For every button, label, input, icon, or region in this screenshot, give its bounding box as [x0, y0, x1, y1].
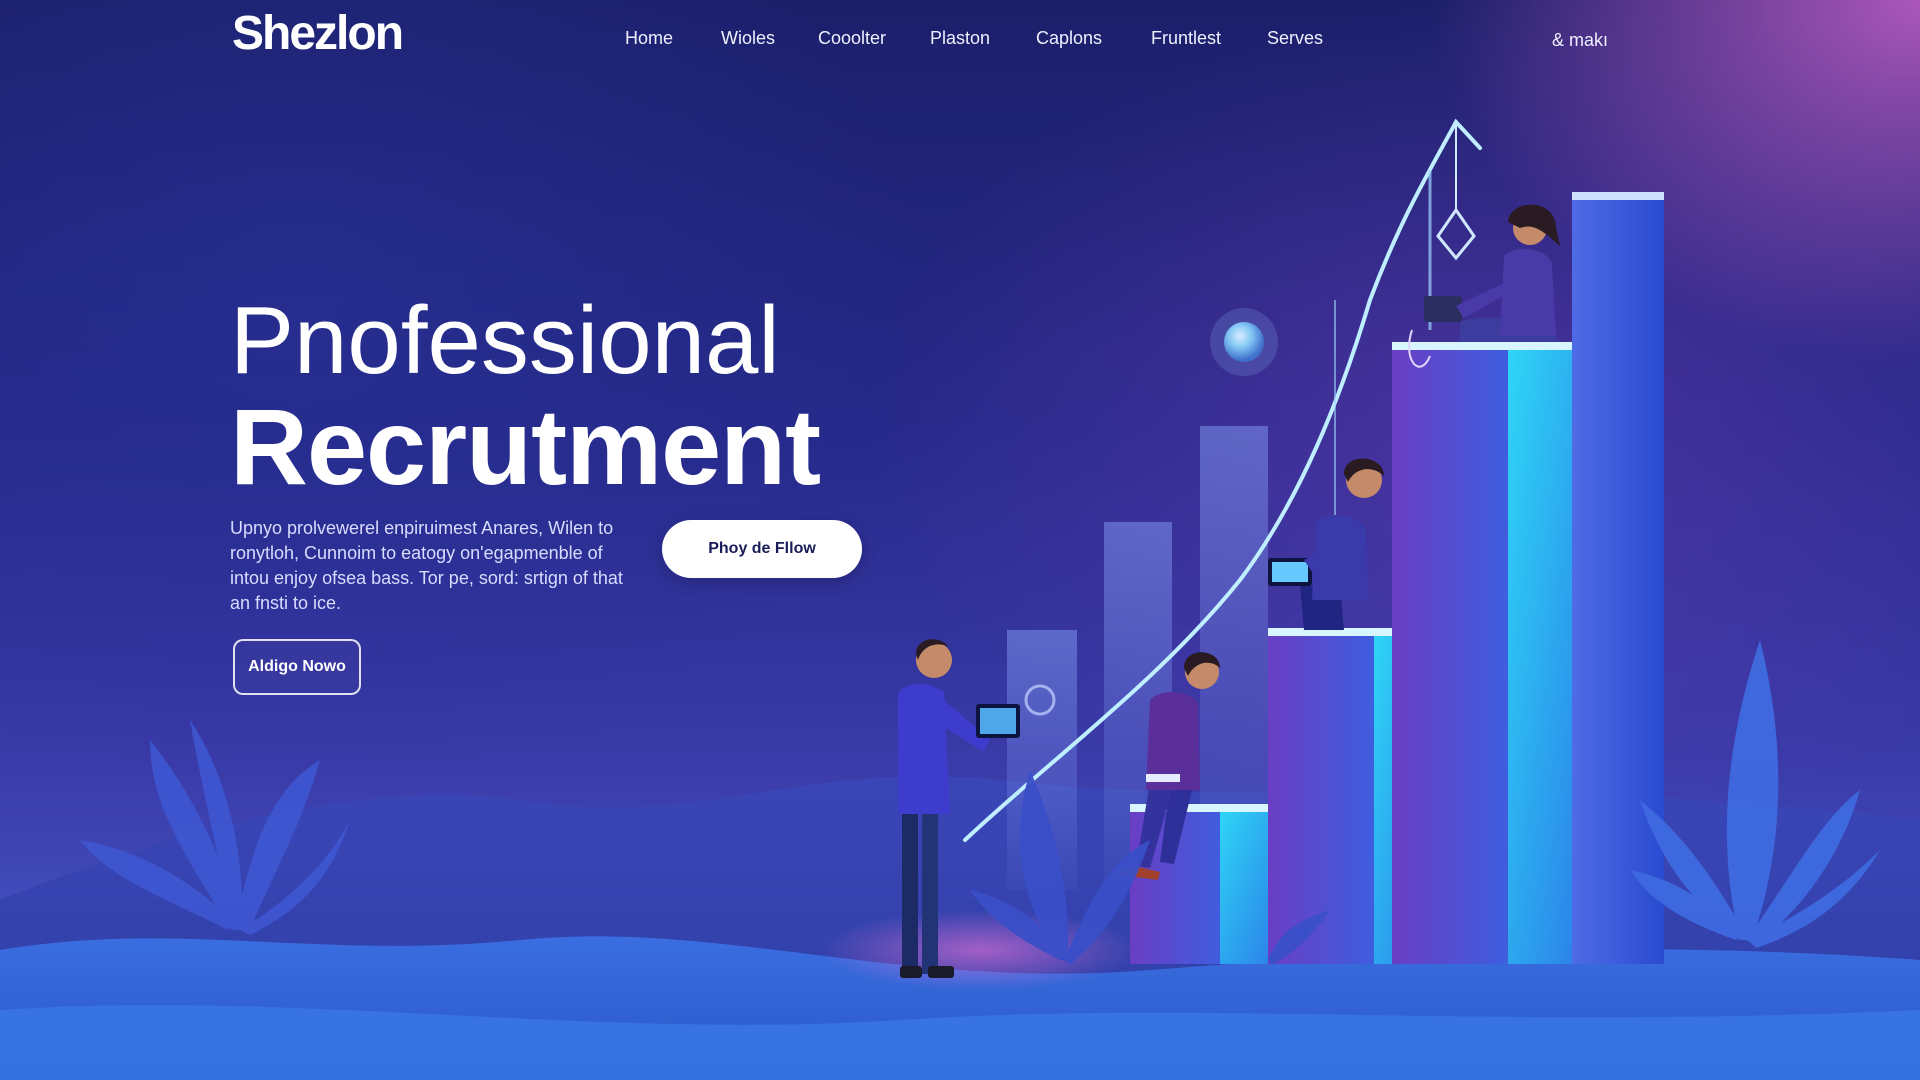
nav-item-3[interactable]: Cooolter — [818, 28, 886, 49]
hero-title-line1: Pnofessional — [230, 287, 780, 394]
step-bar-large — [1392, 342, 1592, 964]
nav-item-5[interactable]: Caplons — [1036, 28, 1102, 49]
hero-description-line: an fnsti to ice. — [230, 593, 342, 613]
ghost-bar-3 — [1200, 426, 1268, 856]
nav-item-7[interactable]: Serves — [1267, 28, 1323, 49]
nav-right-link[interactable]: & makı — [1552, 30, 1608, 51]
nav-item-2[interactable]: Wioles — [721, 28, 775, 49]
brand-logo[interactable]: Shezlon — [232, 6, 404, 61]
primary-cta-button[interactable]: Phoy de Fllow — [662, 520, 862, 578]
nav-item-home[interactable]: Home — [625, 28, 673, 49]
person-sitting-medium — [1268, 458, 1384, 630]
hero-description-line: intou enjoy ofsea bass. Tor pe, sord: sr… — [230, 568, 623, 588]
step-bar-tallest — [1572, 192, 1664, 964]
secondary-cta-button[interactable]: Aldigo Nowo — [233, 639, 361, 695]
hero-title-line2: Recrutment — [230, 386, 821, 507]
hero-description-line: ronytloh, Cunnoim to eatogy on'egapmenbl… — [230, 543, 603, 563]
nav-item-6[interactable]: Fruntlest — [1151, 28, 1221, 49]
hero-description-line: Upnyo prolvewerel enpiruimest Anares, Wi… — [230, 518, 614, 538]
nav-item-4[interactable]: Plaston — [930, 28, 990, 49]
hero-background: Shezlon Home Wioles Cooolter Plaston Cap… — [0, 0, 1920, 1080]
hero-description: Upnyo prolvewerel enpiruimest Anares, Wi… — [230, 516, 630, 616]
